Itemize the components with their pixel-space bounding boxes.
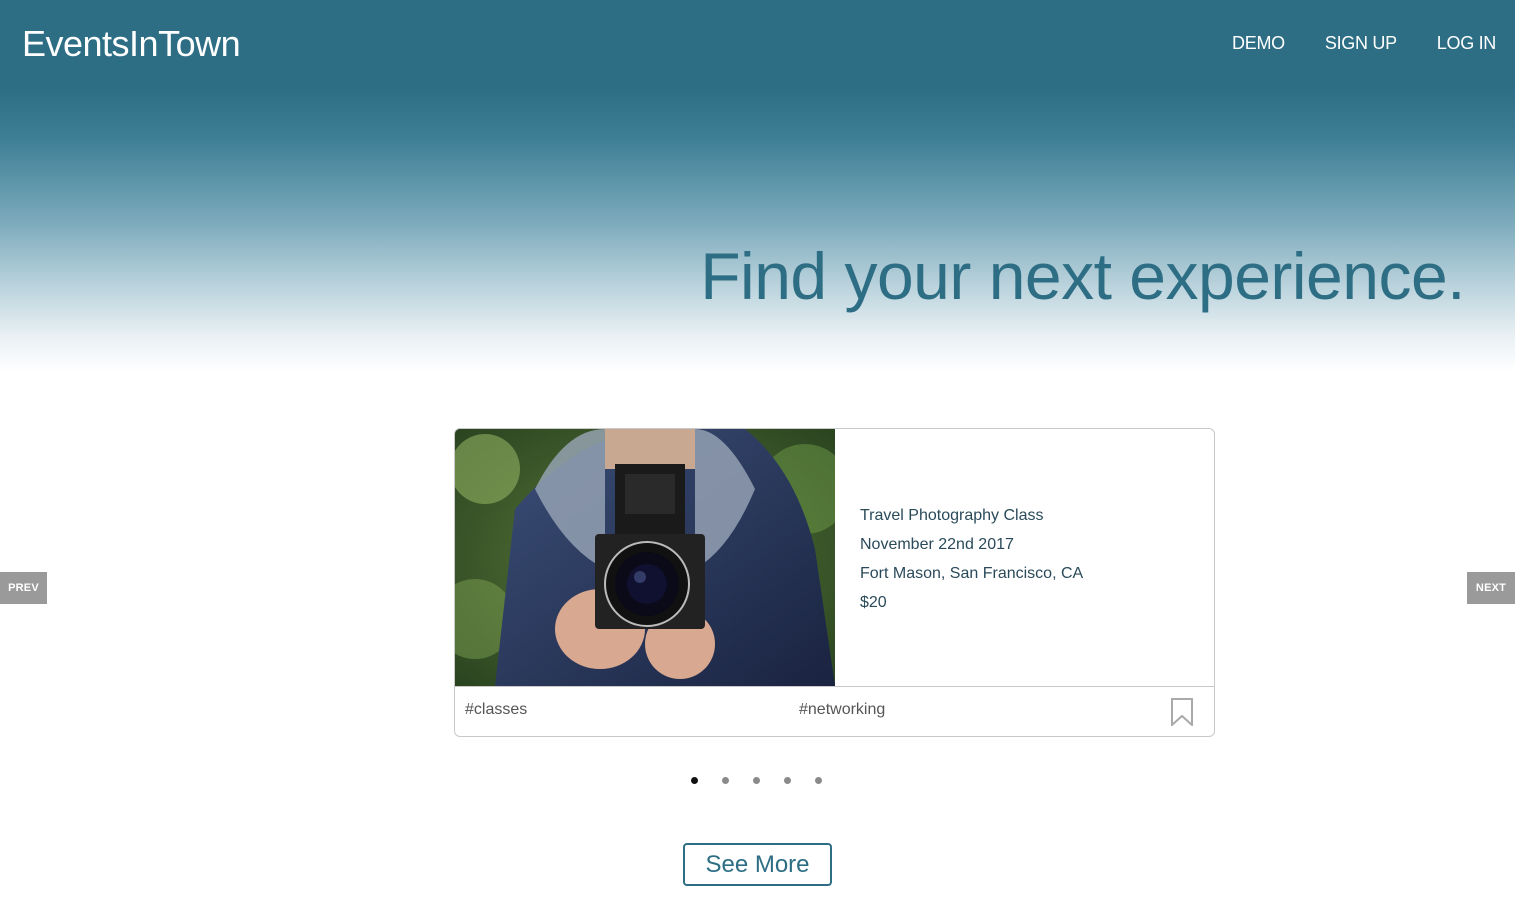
carousel-dot-3[interactable] <box>753 777 760 784</box>
carousel-dot-1[interactable] <box>691 777 698 784</box>
carousel-dot-5[interactable] <box>815 777 822 784</box>
top-nav: DEMO SIGN UP LOG IN <box>1232 33 1496 54</box>
hero-banner: EventsInTown DEMO SIGN UP LOG IN Find yo… <box>0 0 1515 372</box>
carousel-next-button[interactable]: NEXT <box>1467 572 1515 604</box>
carousel-pagination <box>691 777 822 784</box>
hero-headline: Find your next experience. <box>700 239 1465 313</box>
event-photo <box>455 429 835 686</box>
see-more-button[interactable]: See More <box>683 843 832 886</box>
carousel-dot-2[interactable] <box>722 777 729 784</box>
event-price: $20 <box>860 594 887 611</box>
event-card[interactable]: Travel Photography Class November 22nd 2… <box>454 428 1215 737</box>
bookmark-icon[interactable] <box>1170 698 1194 731</box>
site-logo[interactable]: EventsInTown <box>22 23 241 65</box>
tag-networking[interactable]: #networking <box>799 701 885 719</box>
event-title[interactable]: Travel Photography Class <box>860 501 1083 530</box>
carousel-dot-4[interactable] <box>784 777 791 784</box>
nav-signup-link[interactable]: SIGN UP <box>1325 33 1397 54</box>
camera-photo-image <box>455 429 835 686</box>
carousel-prev-button[interactable]: PREV <box>0 572 47 604</box>
event-details: Travel Photography Class November 22nd 2… <box>860 501 1083 617</box>
nav-login-link[interactable]: LOG IN <box>1437 33 1497 54</box>
event-date: November 22nd 2017 <box>860 536 1014 553</box>
tag-classes[interactable]: #classes <box>465 701 527 719</box>
event-card-footer: #classes #networking <box>455 686 1214 736</box>
event-location: Fort Mason, San Francisco, CA <box>860 565 1084 582</box>
nav-demo-link[interactable]: DEMO <box>1232 33 1285 54</box>
